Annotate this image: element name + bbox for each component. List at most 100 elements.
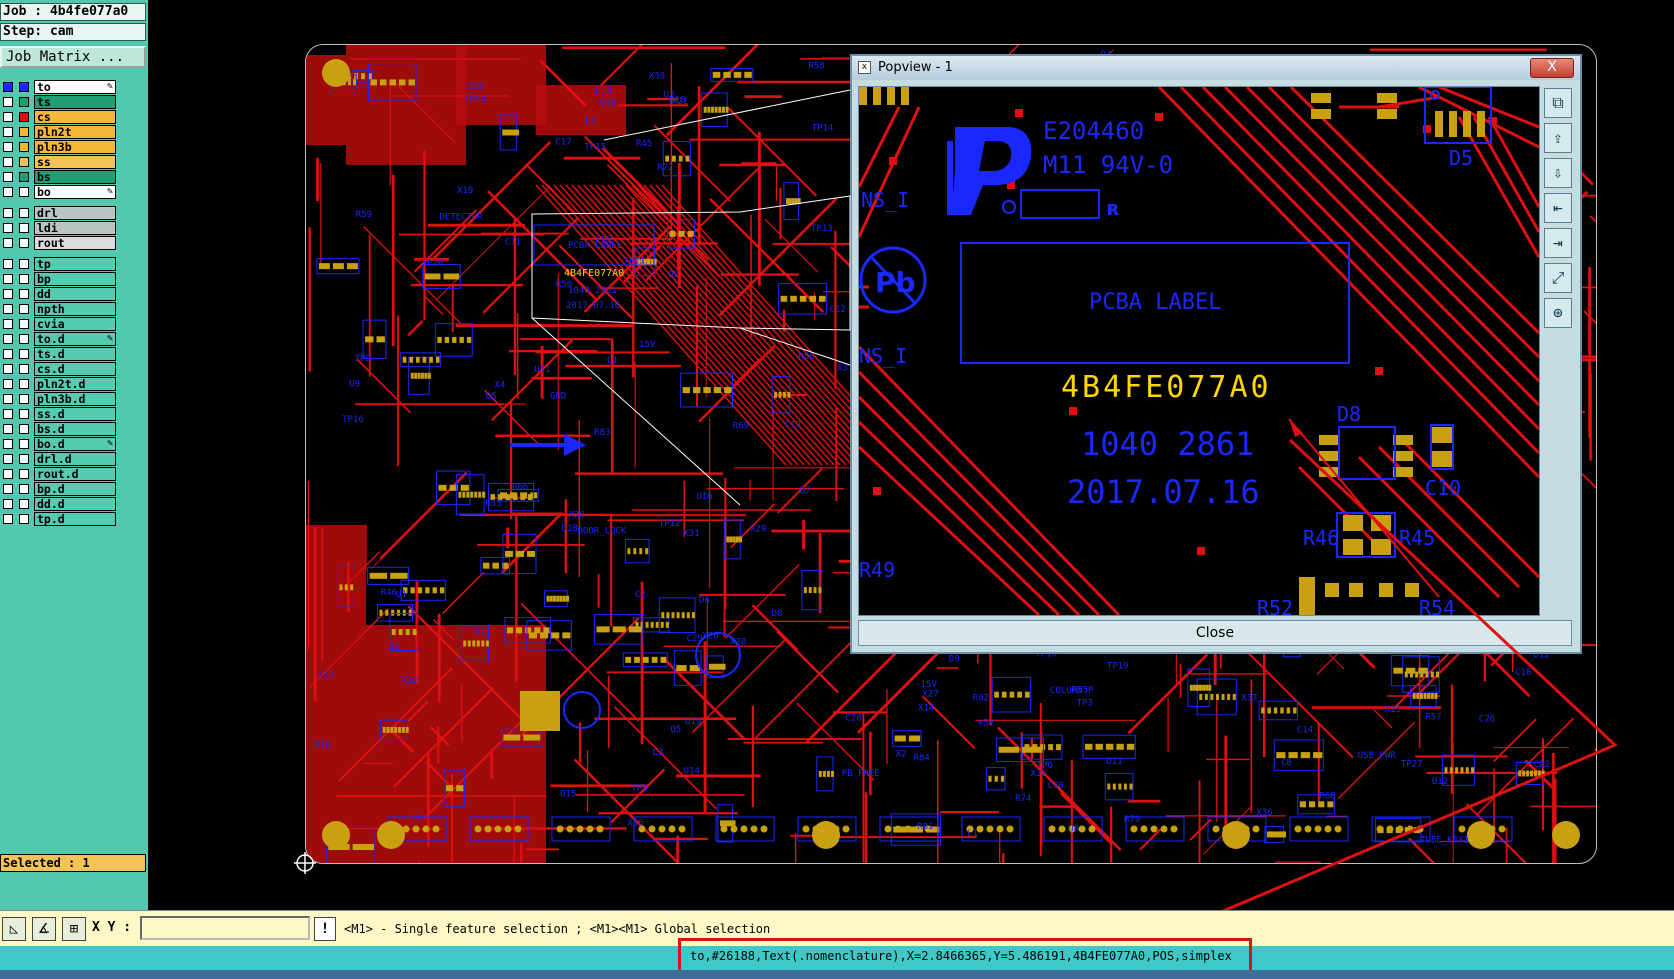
pan-right-icon[interactable]: ⇥ xyxy=(1544,228,1572,258)
layer-display-checkbox[interactable] xyxy=(19,142,29,152)
layer-display-checkbox[interactable] xyxy=(19,259,29,269)
layer-affected-checkbox[interactable] xyxy=(3,274,13,284)
layer-affected-checkbox[interactable] xyxy=(3,439,13,449)
grid-tool-icon[interactable]: ⊞ xyxy=(62,917,86,941)
layer-name[interactable]: bo ✎ xyxy=(34,185,116,199)
layer-display-checkbox[interactable] xyxy=(19,439,29,449)
layer-name[interactable]: bs xyxy=(34,170,116,184)
layer-row[interactable]: cs xyxy=(0,110,120,125)
layer-affected-checkbox[interactable] xyxy=(3,409,13,419)
layer-affected-checkbox[interactable] xyxy=(3,334,13,344)
alert-icon[interactable]: ! xyxy=(314,917,336,941)
layer-affected-checkbox[interactable] xyxy=(3,394,13,404)
layer-row[interactable]: bo ✎ xyxy=(0,185,120,200)
layer-name[interactable]: rout xyxy=(34,236,116,250)
layer-name[interactable]: ts xyxy=(34,95,116,109)
layer-row[interactable]: drl.d xyxy=(0,452,120,467)
layer-display-checkbox[interactable] xyxy=(19,304,29,314)
layer-name[interactable]: pln2t.d xyxy=(34,377,116,391)
layer-name[interactable]: cs xyxy=(34,110,116,124)
layer-affected-checkbox[interactable] xyxy=(3,499,13,509)
layer-name[interactable]: to ✎ xyxy=(34,80,116,94)
layer-name[interactable]: bo.d ✎ xyxy=(34,437,116,451)
layer-affected-checkbox[interactable] xyxy=(3,238,13,248)
layer-display-checkbox[interactable] xyxy=(19,82,29,92)
layer-display-checkbox[interactable] xyxy=(19,424,29,434)
layer-row[interactable]: bo.d ✎ xyxy=(0,437,120,452)
layer-row[interactable]: dd xyxy=(0,287,120,302)
layer-affected-checkbox[interactable] xyxy=(3,484,13,494)
layer-display-checkbox[interactable] xyxy=(19,97,29,107)
layer-display-checkbox[interactable] xyxy=(19,187,29,197)
xy-input[interactable] xyxy=(140,916,310,940)
layer-affected-checkbox[interactable] xyxy=(3,379,13,389)
window-close-button[interactable]: X xyxy=(1530,58,1574,78)
layer-display-checkbox[interactable] xyxy=(19,484,29,494)
layer-row[interactable]: tp xyxy=(0,257,120,272)
layer-name[interactable]: ss.d xyxy=(34,407,116,421)
layer-affected-checkbox[interactable] xyxy=(3,172,13,182)
layer-display-checkbox[interactable] xyxy=(19,334,29,344)
layer-row[interactable]: bp xyxy=(0,272,120,287)
layer-display-checkbox[interactable] xyxy=(19,172,29,182)
layer-name[interactable]: cs.d xyxy=(34,362,116,376)
layer-row[interactable]: pln2t.d xyxy=(0,377,120,392)
layer-name[interactable]: rout.d xyxy=(34,467,116,481)
layer-row[interactable]: drl xyxy=(0,206,120,221)
layer-display-checkbox[interactable] xyxy=(19,223,29,233)
layer-row[interactable]: bp.d xyxy=(0,482,120,497)
fit-screen-icon[interactable]: ⊕ xyxy=(1544,298,1572,328)
layer-affected-checkbox[interactable] xyxy=(3,424,13,434)
serial-text-highlight[interactable]: 4B4FE077A0 xyxy=(1061,370,1272,405)
pan-left-icon[interactable]: ⇤ xyxy=(1544,193,1572,223)
layer-affected-checkbox[interactable] xyxy=(3,142,13,152)
layer-row[interactable]: cs.d xyxy=(0,362,120,377)
layer-name[interactable]: pln3b xyxy=(34,140,116,154)
layer-display-checkbox[interactable] xyxy=(19,394,29,404)
layer-affected-checkbox[interactable] xyxy=(3,514,13,524)
layer-display-checkbox[interactable] xyxy=(19,112,29,122)
layer-affected-checkbox[interactable] xyxy=(3,349,13,359)
layer-row[interactable]: cvia xyxy=(0,317,120,332)
layer-display-checkbox[interactable] xyxy=(19,454,29,464)
layer-name[interactable]: bp.d xyxy=(34,482,116,496)
layer-name[interactable]: ss xyxy=(34,155,116,169)
layer-affected-checkbox[interactable] xyxy=(3,112,13,122)
layer-row[interactable]: rout xyxy=(0,236,120,251)
layer-row[interactable]: to.d ✎ xyxy=(0,332,120,347)
layer-affected-checkbox[interactable] xyxy=(3,208,13,218)
layer-display-checkbox[interactable] xyxy=(19,364,29,374)
layer-name[interactable]: drl.d xyxy=(34,452,116,466)
layer-name[interactable]: npth xyxy=(34,302,116,316)
layer-affected-checkbox[interactable] xyxy=(3,469,13,479)
layer-affected-checkbox[interactable] xyxy=(3,289,13,299)
layer-row[interactable]: dd.d xyxy=(0,497,120,512)
layer-affected-checkbox[interactable] xyxy=(3,304,13,314)
layer-row[interactable]: to ✎ xyxy=(0,80,120,95)
popview-close-button[interactable]: Close xyxy=(858,620,1572,646)
layer-display-checkbox[interactable] xyxy=(19,469,29,479)
layer-name[interactable]: pln3b.d xyxy=(34,392,116,406)
layer-display-checkbox[interactable] xyxy=(19,127,29,137)
select-tool-icon[interactable]: ◺ xyxy=(2,917,26,941)
layer-display-checkbox[interactable] xyxy=(19,379,29,389)
layer-row[interactable]: tp.d xyxy=(0,512,120,527)
layer-display-checkbox[interactable] xyxy=(19,289,29,299)
layer-row[interactable]: npth xyxy=(0,302,120,317)
layer-affected-checkbox[interactable] xyxy=(3,187,13,197)
layer-name[interactable]: bp xyxy=(34,272,116,286)
layer-display-checkbox[interactable] xyxy=(19,274,29,284)
layer-display-checkbox[interactable] xyxy=(19,499,29,509)
layer-affected-checkbox[interactable] xyxy=(3,259,13,269)
layer-row[interactable]: bs xyxy=(0,170,120,185)
layer-row[interactable]: rout.d xyxy=(0,467,120,482)
layer-affected-checkbox[interactable] xyxy=(3,223,13,233)
layer-row[interactable]: ss.d xyxy=(0,407,120,422)
layer-affected-checkbox[interactable] xyxy=(3,97,13,107)
layer-name[interactable]: dd.d xyxy=(34,497,116,511)
layer-row[interactable]: bs.d xyxy=(0,422,120,437)
layer-affected-checkbox[interactable] xyxy=(3,454,13,464)
layer-display-checkbox[interactable] xyxy=(19,319,29,329)
measure-tool-icon[interactable]: ∡ xyxy=(32,917,56,941)
zoom-in-icon[interactable]: ⇪ xyxy=(1544,123,1572,153)
